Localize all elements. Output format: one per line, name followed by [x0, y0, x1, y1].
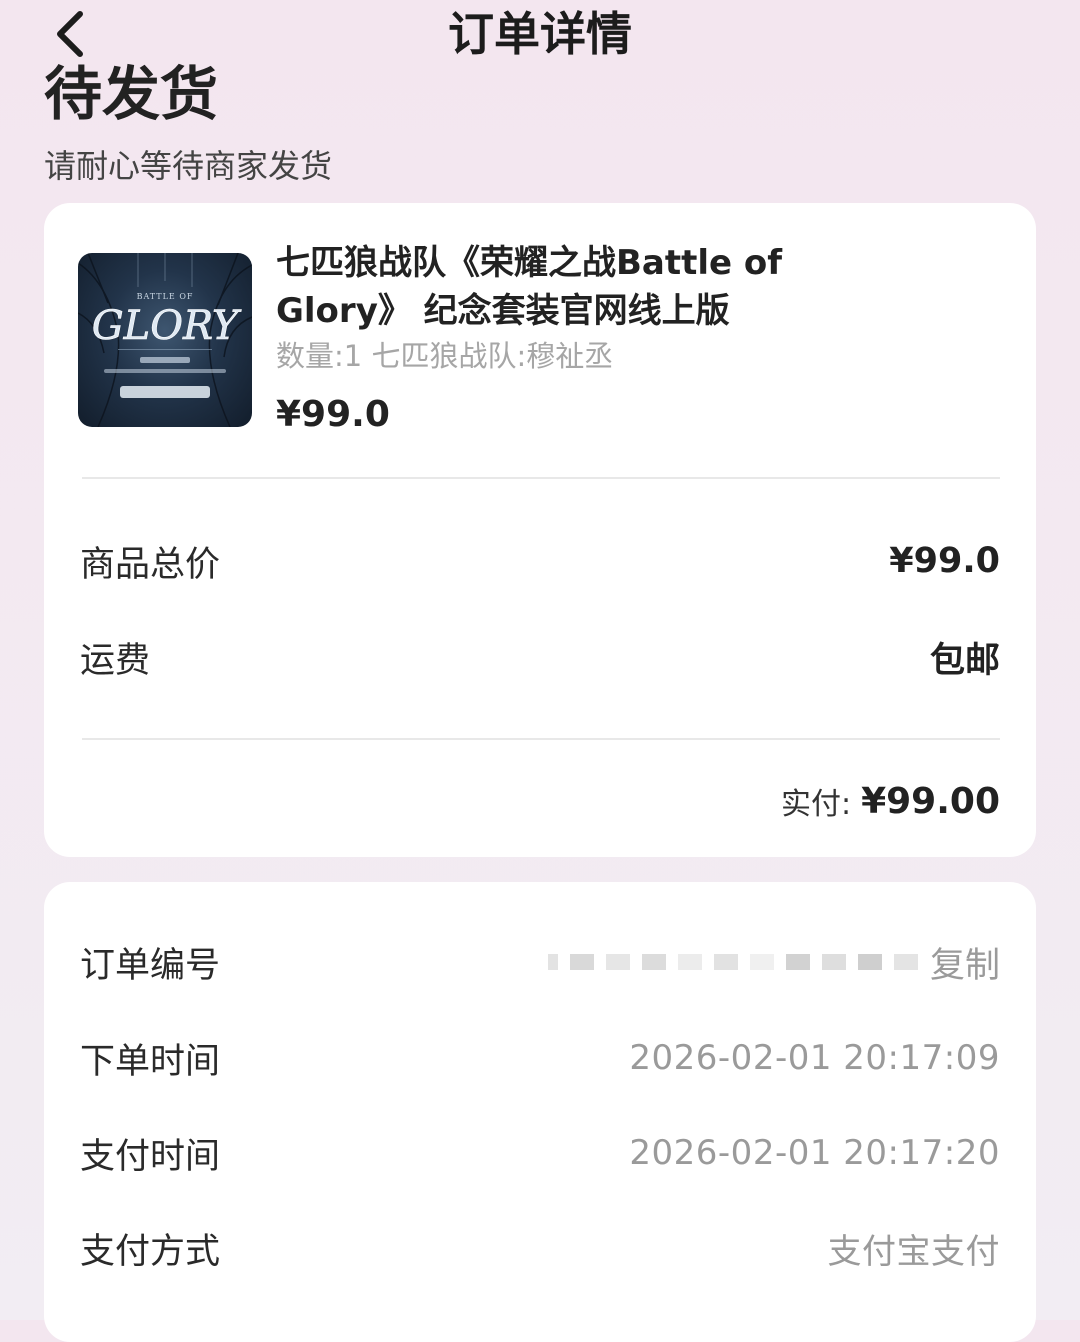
- shipping-value: 包邮: [929, 640, 1000, 681]
- order-status-subtitle: 请耐心等待商家发货: [44, 147, 333, 185]
- pay-method-row: 支付方式 支付宝支付: [80, 1218, 1000, 1278]
- product-thumbnail[interactable]: BATTLE OF GLORY: [78, 253, 252, 427]
- svg-text:GLORY: GLORY: [92, 303, 242, 349]
- order-number-row: 订单编号 复制: [80, 932, 1000, 992]
- order-time-value: 2026-02-01 20:17:09: [629, 1038, 1000, 1078]
- order-number-value: 复制: [542, 937, 1000, 988]
- shipping-label: 运费: [80, 640, 151, 681]
- goods-total-row: 商品总价 ¥99.0: [80, 531, 1000, 591]
- paid-value: ¥99.00: [861, 780, 1000, 822]
- order-status-title: 待发货: [44, 60, 219, 128]
- divider: [82, 477, 1000, 479]
- order-time-label: 下单时间: [80, 1041, 221, 1082]
- divider: [82, 738, 1000, 740]
- shipping-row: 运费 包邮: [80, 627, 1000, 687]
- pay-time-value: 2026-02-01 20:17:20: [629, 1133, 1000, 1173]
- product-cover-art: BATTLE OF GLORY: [78, 253, 252, 427]
- copy-order-number-button[interactable]: 复制: [930, 937, 1000, 988]
- paid-label: 实付:: [780, 787, 852, 822]
- svg-text:BATTLE OF: BATTLE OF: [137, 292, 194, 301]
- paid-amount-row: 实付: ¥99.00: [781, 771, 1000, 831]
- order-info-card: 订单编号 复制 下单时间 2026-02-01 20:17:09 支付时间 20…: [44, 882, 1036, 1342]
- product-card: BATTLE OF GLORY 七匹狼战队《荣耀之战Battle of Glor…: [44, 203, 1036, 857]
- order-number-label: 订单编号: [80, 945, 221, 986]
- product-name[interactable]: 七匹狼战队《荣耀之战Battle of Glory》 纪念套装官网线上版: [276, 239, 856, 335]
- order-number-masked: [542, 940, 924, 984]
- page-title: 订单详情: [448, 7, 632, 61]
- order-time-row: 下单时间 2026-02-01 20:17:09: [80, 1028, 1000, 1088]
- pay-method-label: 支付方式: [80, 1231, 221, 1272]
- pay-time-row: 支付时间 2026-02-01 20:17:20: [80, 1123, 1000, 1183]
- product-price: ¥99.0: [276, 394, 390, 435]
- goods-total-value: ¥99.0: [889, 541, 1000, 581]
- product-spec: 数量:1 七匹狼战队:穆祉丞: [276, 339, 614, 373]
- goods-total-label: 商品总价: [80, 544, 221, 585]
- pay-method-value: 支付宝支付: [827, 1231, 1000, 1272]
- pay-time-label: 支付时间: [80, 1136, 221, 1177]
